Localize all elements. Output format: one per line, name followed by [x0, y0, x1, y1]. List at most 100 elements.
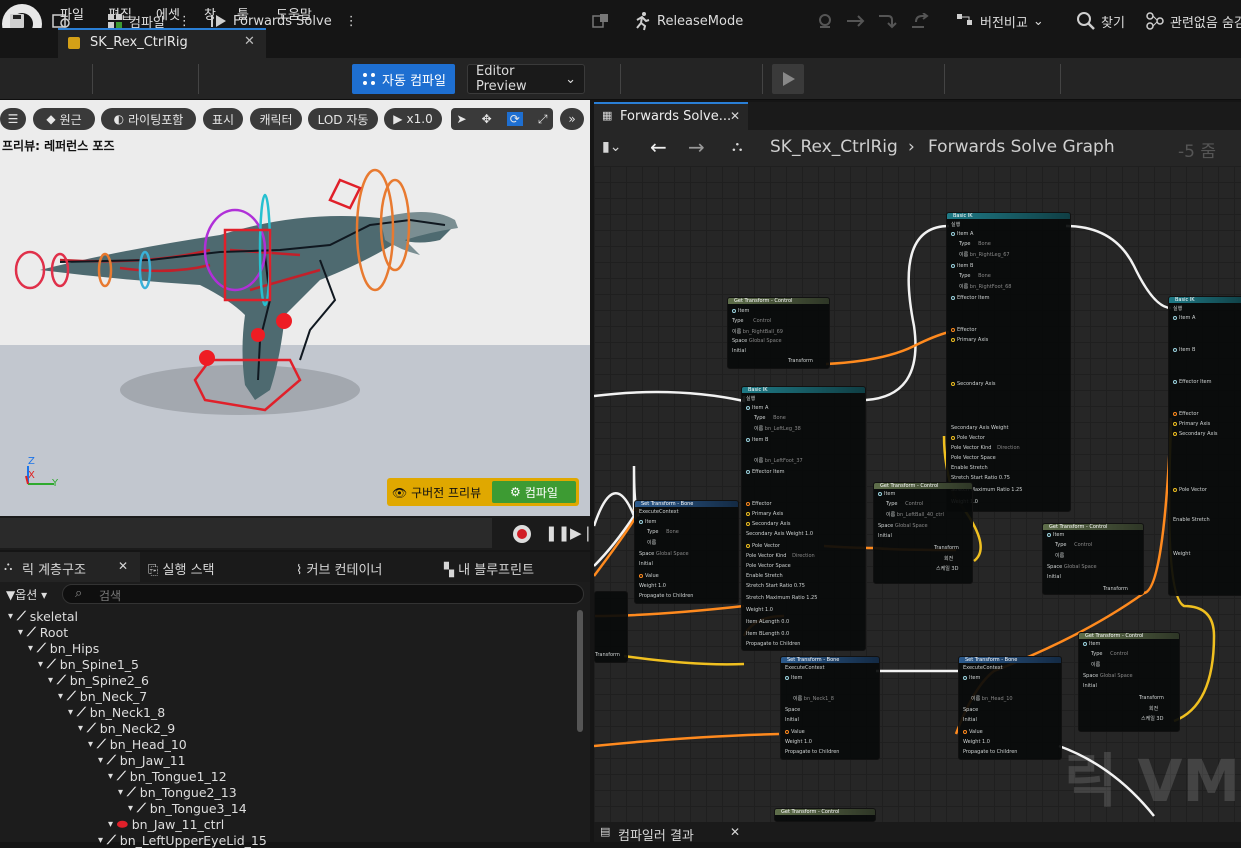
expand-arrow-icon[interactable]: ▾ — [38, 659, 43, 670]
compile-options-icon[interactable]: ⋮ — [178, 14, 191, 29]
step-over-icon[interactable] — [846, 14, 866, 28]
tab-rig-hierarchy[interactable]: ⛬ 릭 계층구조 ✕ — [0, 552, 140, 582]
select-arrow-icon[interactable]: ➤ — [457, 112, 467, 126]
set-transform-bone-node-2[interactable]: Set Transform - Bone ExecuteContext Item… — [780, 656, 880, 760]
basic-ik-node-far-right[interactable]: Basic IK 실행 Item A Item B Effector Item … — [1168, 296, 1241, 596]
search-input[interactable]: ⌕ 검색 — [62, 584, 584, 604]
basic-ik-node-left[interactable]: Basic IK 실행 Item A Type Bone 이름 bn_LeftL… — [741, 386, 866, 651]
expand-arrow-icon[interactable]: ▾ — [118, 787, 123, 798]
tree-item[interactable]: ▾ ⟋ bn_Jaw_11 — [98, 752, 186, 768]
expand-arrow-icon[interactable]: ▾ — [98, 755, 103, 766]
move-icon[interactable]: ✥ — [482, 112, 492, 126]
breadcrumb-asset[interactable]: SK_Rex_CtrlRig — [770, 137, 898, 157]
expand-arrow-icon[interactable]: ▾ — [108, 771, 113, 782]
node-graph-canvas[interactable]: Get Transform - Control Item Type Contro… — [594, 166, 1241, 822]
expand-arrow-icon[interactable]: ▾ — [58, 691, 63, 702]
expand-arrow-icon[interactable]: ▾ — [8, 611, 13, 622]
pause-icon[interactable]: ❚❚ — [545, 524, 570, 542]
tree-item[interactable]: ▾ ⟋ bn_Tongue2_13 — [118, 784, 237, 800]
compile-button[interactable]: 컴파일 ⋮ — [106, 8, 191, 34]
tree-item[interactable]: ▾ ⟋ skeletal — [8, 608, 78, 624]
tree-item[interactable]: ▾ ⟋ bn_Spine1_5 — [38, 656, 139, 672]
node-pin-label: Item A — [1179, 315, 1196, 321]
viewport-more-button[interactable]: » — [560, 108, 584, 130]
viewport-menu-button[interactable]: ☰ — [0, 108, 26, 130]
auto-compile-toggle[interactable]: 자동 컴파일 — [352, 64, 455, 94]
rotate-icon[interactable]: ⟳ — [506, 112, 523, 126]
get-transform-control-node-2[interactable]: Get Transform - Control Item Type Contro… — [873, 482, 973, 584]
expand-arrow-icon[interactable]: ▾ — [108, 819, 113, 830]
expand-arrow-icon[interactable]: ▾ — [98, 835, 103, 846]
find-button[interactable]: 찾기 — [1076, 8, 1125, 34]
scale-icon[interactable]: ⤢ — [538, 112, 548, 127]
close-icon[interactable]: ✕ — [244, 34, 255, 49]
tab-execution-stack[interactable]: ⎘ 실행 스택 — [148, 559, 215, 578]
tree-item[interactable]: ▾ ⟋ bn_Tongue3_14 — [128, 800, 247, 816]
forward-arrow-icon[interactable]: → — [688, 135, 705, 159]
expand-arrow-icon[interactable]: ▾ — [28, 643, 33, 654]
preview-settings-button[interactable] — [592, 8, 610, 34]
browse-button[interactable] — [52, 8, 72, 34]
step-debug-button[interactable] — [772, 64, 804, 94]
basic-ik-node-right[interactable]: Basic IK 실행 Item A Type Bone 이름 bn_Right… — [946, 212, 1071, 512]
back-arrow-icon[interactable]: ← — [650, 135, 667, 159]
options-dropdown[interactable]: ▼옵션 ▾ — [6, 586, 47, 603]
tree-item[interactable]: ▾ ⟋ bn_LeftUpperEyeLid_15 — [98, 832, 267, 848]
tree-item[interactable]: ▾ ⟋ bn_Neck1_8 — [68, 704, 165, 720]
close-icon[interactable]: ✕ — [730, 109, 740, 123]
expand-arrow-icon[interactable]: ▾ — [18, 627, 23, 638]
close-icon[interactable]: ✕ — [730, 825, 740, 839]
expand-arrow-icon[interactable]: ▾ — [68, 707, 73, 718]
tree-item[interactable]: ▾ ⟋ bn_Head_10 — [88, 736, 187, 752]
forwards-solve-button[interactable]: Forwards Solve ⋮ — [210, 8, 358, 34]
expand-arrow-icon[interactable]: ▾ — [48, 675, 53, 686]
close-icon[interactable]: ✕ — [118, 559, 128, 573]
tab-curve-container[interactable]: ⌇ 커브 컨테이너 — [296, 559, 382, 578]
set-transform-bone-node-3[interactable]: Set Transform - Bone ExecuteContext Item… — [958, 656, 1062, 760]
tree-item[interactable]: ▾ ⟋ bn_Tongue1_12 — [108, 768, 227, 784]
lighting-button[interactable]: ◐ 라이팅포함 — [101, 108, 196, 130]
get-transform-control-node-5[interactable]: Get Transform - Control — [774, 808, 876, 822]
diff-dropdown[interactable]: 버전비교 ⌄ — [955, 8, 1044, 34]
get-transform-control-node[interactable]: Get Transform - Control Item Type Contro… — [727, 297, 830, 369]
forwards-solve-options-icon[interactable]: ⋮ — [345, 14, 358, 29]
editor-preview-dropdown[interactable]: Editor Preview ⌄ — [467, 64, 585, 94]
get-transform-control-node-3[interactable]: Get Transform - Control Item Type Contro… — [1042, 523, 1144, 595]
bookmark-icon[interactable]: ▮⌄ — [602, 139, 621, 155]
compiler-results-tab[interactable]: ▤ 컴파일러 결과 ✕ — [594, 822, 1241, 844]
step-into-icon[interactable] — [878, 13, 898, 29]
expand-arrow-icon[interactable]: ▾ — [78, 723, 83, 734]
record-button[interactable] — [513, 525, 531, 543]
timeline-scrubber[interactable] — [0, 518, 492, 548]
lod-button[interactable]: LOD 자동 — [308, 108, 378, 130]
search-icon[interactable] — [816, 12, 834, 30]
tree-item[interactable]: ▾ ⟋ bn_Neck2_9 — [78, 720, 175, 736]
show-button[interactable]: 표시 — [203, 108, 243, 130]
tab-my-blueprint[interactable]: ▚ 내 블루프린트 — [444, 559, 534, 578]
hide-unrelated-button[interactable]: 관련없음 숨김 — [1145, 8, 1241, 34]
expand-arrow-icon[interactable]: ▾ — [88, 739, 93, 750]
breadcrumb-graph[interactable]: Forwards Solve Graph — [928, 137, 1115, 157]
save-button[interactable] — [8, 8, 26, 34]
set-transform-bone-node[interactable]: Set Transform - Bone ExecuteContext Item… — [634, 500, 739, 604]
legacy-preview-toggle[interactable]: 👁 구버전 프리뷰 — [392, 484, 481, 501]
graph-tab[interactable]: ▦ Forwards Solve... ✕ — [594, 102, 748, 130]
tree-item[interactable]: ▾ ⬬ bn_Jaw_11_ctrl — [108, 816, 224, 832]
character-button[interactable]: 캐릭터 — [250, 108, 302, 130]
get-transform-control-node-4[interactable]: Get Transform - Control Item Type Contro… — [1078, 632, 1180, 732]
expand-arrow-icon[interactable]: ▾ — [128, 803, 133, 814]
step-out-icon[interactable] — [910, 13, 930, 29]
tree-item[interactable]: ▾ ⟋ Root — [18, 624, 68, 640]
playback-speed-button[interactable]: ▶ x1.0 — [384, 108, 442, 130]
scrollbar[interactable] — [577, 610, 583, 732]
release-mode-button[interactable]: ReleaseMode — [632, 8, 743, 34]
node-pin-label: Pole Vector — [957, 435, 985, 441]
tree-item[interactable]: ▾ ⟋ bn_Neck_7 — [58, 688, 147, 704]
partial-left-node[interactable]: Transform — [594, 591, 628, 663]
preview-viewport[interactable]: Z X Y — [0, 100, 590, 518]
viewport-compile-button[interactable]: ⚙ 컴파일 — [492, 481, 576, 503]
tree-item[interactable]: ▾ ⟋ bn_Spine2_6 — [48, 672, 149, 688]
step-forward-icon[interactable]: ▶❘ — [570, 524, 594, 542]
tree-item[interactable]: ▾ ⟋ bn_Hips — [28, 640, 99, 656]
perspective-button[interactable]: ◆ 원근 — [33, 108, 95, 130]
